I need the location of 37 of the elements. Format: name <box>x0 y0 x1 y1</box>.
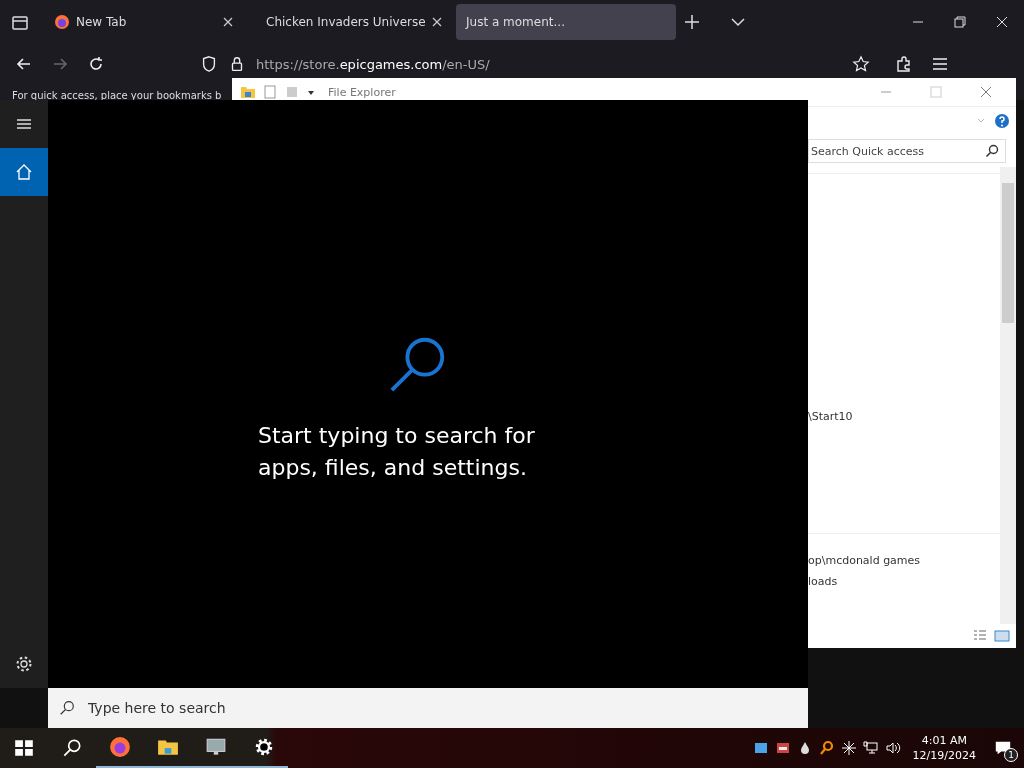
volume-icon[interactable] <box>884 740 901 756</box>
file-path: \Start10 <box>808 410 854 423</box>
shield-icon <box>200 55 218 73</box>
search-field[interactable]: Search Quick access <box>808 139 1006 163</box>
notifications-button[interactable]: 1 <box>988 732 1018 764</box>
search-prompt: Start typing to search for apps, files, and settings. <box>258 422 536 482</box>
search-icon <box>61 737 83 759</box>
search-field[interactable]: Type here to search <box>48 688 808 728</box>
search-icon <box>58 699 76 717</box>
window-title: File Explorer <box>328 85 396 99</box>
windows-icon <box>13 737 35 759</box>
settings-icon <box>253 736 275 758</box>
folder-icon <box>240 84 256 100</box>
firefox-icon <box>109 736 131 758</box>
browser-tab[interactable]: New Tab <box>44 4 244 40</box>
star-icon[interactable] <box>852 55 870 73</box>
help-icon[interactable] <box>994 113 1010 129</box>
computer-icon <box>205 736 227 758</box>
search-icon <box>984 143 1000 159</box>
magnifier-icon[interactable] <box>818 740 835 756</box>
scrollbar[interactable] <box>1000 167 1016 624</box>
network-icon[interactable] <box>862 740 879 756</box>
firefox-icon <box>54 14 70 30</box>
browser-tab[interactable]: Chicken Invaders Universe <box>250 4 450 40</box>
browser-tab[interactable]: Just a moment... <box>456 4 676 40</box>
sparkle-icon[interactable] <box>840 740 857 756</box>
settings-icon <box>14 654 34 674</box>
rail-button[interactable] <box>0 148 48 196</box>
close-icon[interactable] <box>222 16 234 28</box>
new-tab-icon[interactable] <box>682 12 702 32</box>
app-icon[interactable] <box>774 740 791 756</box>
home-icon <box>14 162 34 182</box>
window-icon[interactable] <box>752 740 769 756</box>
clock[interactable]: 4:01 AM 12/19/2024 <box>912 733 976 763</box>
close-icon[interactable] <box>431 16 442 28</box>
file-path: loads <box>808 575 839 588</box>
file-path: op\mcdonald games <box>808 554 922 567</box>
